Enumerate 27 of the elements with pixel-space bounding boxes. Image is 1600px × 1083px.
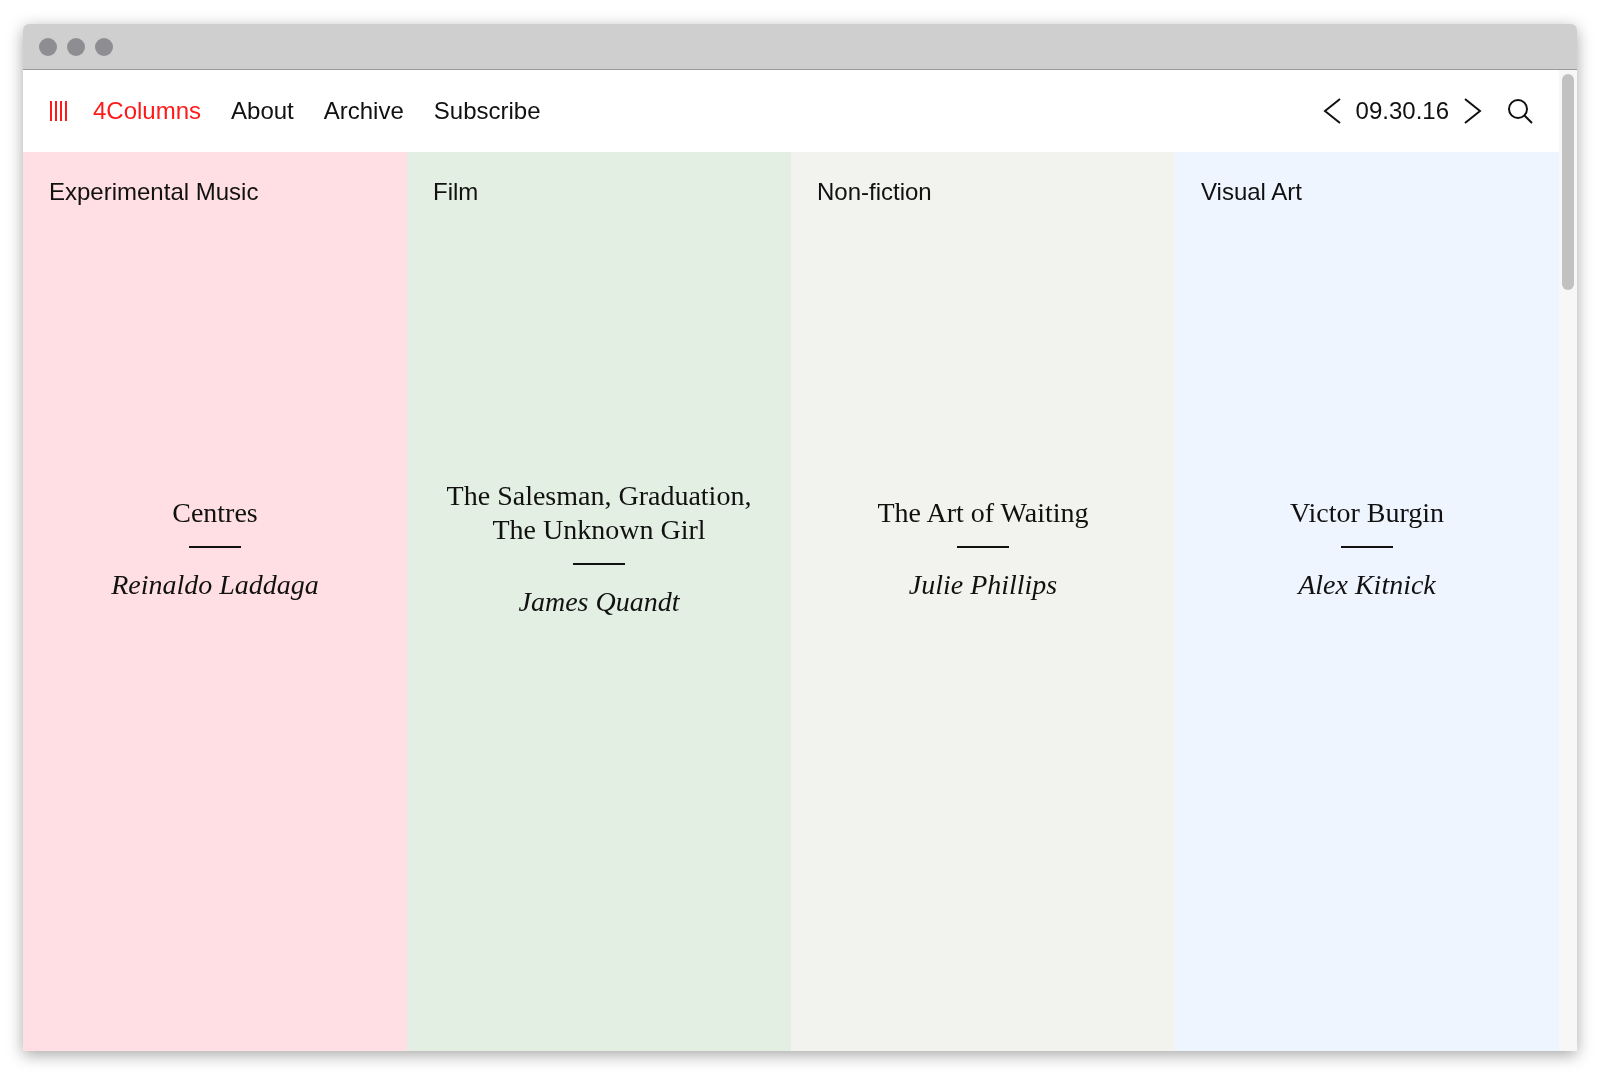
nav-link[interactable]: About — [231, 93, 294, 129]
author-name: James Quandt — [518, 584, 680, 619]
article-title[interactable]: The Art of Waiting — [877, 495, 1089, 530]
search-icon[interactable] — [1507, 98, 1533, 124]
issue-date: 09.30.16 — [1355, 96, 1449, 126]
category-column[interactable]: Non-fiction The Art of Waiting Julie Phillips — [791, 152, 1175, 1051]
article-title[interactable]: Centres — [172, 495, 258, 530]
category-label: Non-fiction — [817, 177, 933, 207]
nav-link[interactable]: Archive — [323, 93, 404, 129]
category-label: Visual Art — [1201, 177, 1303, 207]
scrollbar-thumb[interactable] — [1562, 74, 1574, 290]
brand-link[interactable]: 4Columns — [93, 93, 202, 129]
article-title[interactable]: Victor Burgin — [1289, 495, 1445, 530]
logo-icon[interactable] — [49, 100, 69, 122]
category-column[interactable]: Experimental Music Centres Reinaldo Laddaga — [23, 152, 407, 1051]
category-label: Film — [433, 177, 480, 207]
minimize-button[interactable] — [67, 37, 85, 56]
article-title[interactable]: The Salesman, Graduation, The Unknown Girl — [433, 478, 765, 547]
category-label: Experimental Music — [49, 177, 260, 207]
author-name: Julie Phillips — [908, 567, 1058, 602]
category-column[interactable]: Visual Art Victor Burgin Alex Kitnick — [1175, 152, 1559, 1051]
author-name: Reinaldo Laddaga — [111, 567, 319, 602]
zoom-button[interactable] — [95, 37, 113, 56]
author-name: Alex Kitnick — [1298, 567, 1436, 602]
category-column[interactable]: Film The Salesman, Graduation, The Unknown Girl James Quandt — [407, 152, 791, 1051]
close-button[interactable] — [39, 37, 57, 56]
nav-link[interactable]: Subscribe — [433, 93, 541, 129]
